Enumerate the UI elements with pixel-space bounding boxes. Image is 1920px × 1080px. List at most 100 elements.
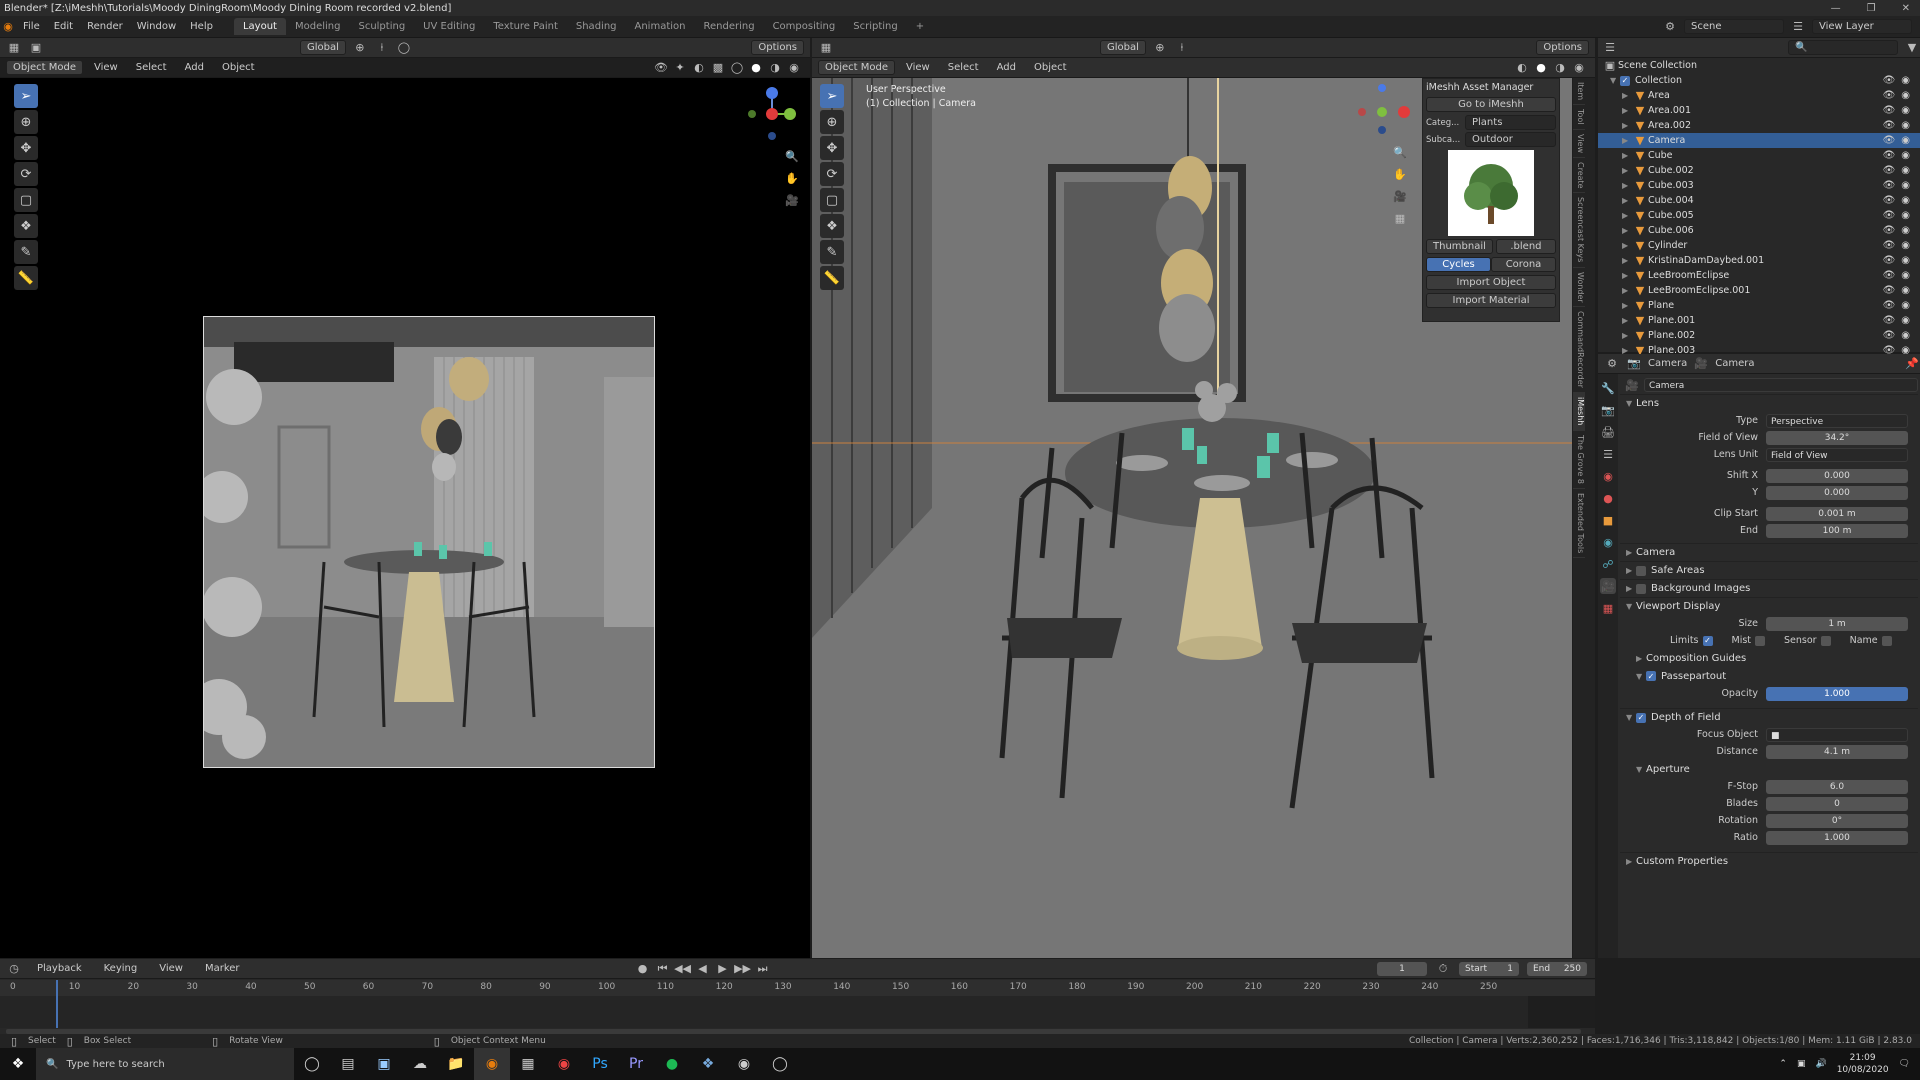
- tab-scripting[interactable]: Scripting: [844, 18, 906, 35]
- task-view-icon[interactable]: ▤: [330, 1048, 366, 1080]
- editor-type-icon[interactable]: ▦: [6, 40, 22, 56]
- constraints-tab-icon[interactable]: ☍: [1600, 556, 1616, 572]
- aperture-subpanel-header[interactable]: ▼ Aperture: [1620, 760, 1918, 778]
- clip-end-input[interactable]: 100 m: [1766, 523, 1908, 538]
- overlay-icon[interactable]: ◐: [691, 60, 707, 76]
- tab-extended-tools[interactable]: Extended Tools: [1573, 489, 1585, 558]
- outliner-item[interactable]: ▶ ▼ LeeBroomEclipse 👁 ◉: [1598, 268, 1920, 283]
- menu-view[interactable]: View: [87, 62, 125, 73]
- outliner-search[interactable]: 🔍: [1788, 40, 1898, 55]
- stopwatch-icon[interactable]: ⏱: [1435, 961, 1451, 977]
- camera-render-icon[interactable]: ◉: [1901, 300, 1910, 311]
- rotate-tool-icon[interactable]: ⟳: [14, 162, 38, 186]
- expand-arrow-icon[interactable]: ▶: [1622, 166, 1632, 175]
- scene-collection-row[interactable]: ▣ Scene Collection: [1598, 58, 1920, 73]
- tab-shading[interactable]: Shading: [567, 18, 626, 35]
- camera-render-icon[interactable]: ◉: [1901, 225, 1910, 236]
- transform-tool-icon[interactable]: ❖: [820, 214, 844, 238]
- next-keyframe-icon[interactable]: ▶▶: [734, 961, 751, 977]
- tab-sculpting[interactable]: Sculpting: [349, 18, 414, 35]
- pan-hand-icon[interactable]: ✋: [784, 170, 800, 186]
- premiere-icon[interactable]: Pr: [618, 1048, 654, 1080]
- camera-render-icon[interactable]: ◉: [1901, 210, 1910, 221]
- name-checkbox[interactable]: [1881, 635, 1892, 646]
- ratio-input[interactable]: 1.000: [1766, 830, 1908, 845]
- category-dropdown[interactable]: Plants: [1465, 115, 1556, 130]
- shift-x-input[interactable]: 0.000: [1766, 468, 1908, 483]
- transform-tool-icon[interactable]: ❖: [14, 214, 38, 238]
- expand-arrow-icon[interactable]: ▶: [1622, 196, 1632, 205]
- menu-help[interactable]: Help: [183, 21, 220, 32]
- focus-distance-input[interactable]: 4.1 m: [1766, 744, 1908, 759]
- tab-tool[interactable]: Tool: [1573, 105, 1585, 130]
- outliner-item[interactable]: ▶ ▼ Cube.003 👁 ◉: [1598, 178, 1920, 193]
- eye-icon[interactable]: 👁: [1883, 180, 1896, 191]
- camera-render-icon[interactable]: ◉: [1901, 150, 1910, 161]
- tab-layout[interactable]: Layout: [233, 18, 286, 35]
- camera-name-field[interactable]: Camera: [1644, 378, 1918, 392]
- menu-select-right[interactable]: Select: [941, 62, 986, 73]
- outliner-item[interactable]: ▶ ▼ Area 👁 ◉: [1598, 88, 1920, 103]
- safe-areas-panel-header[interactable]: ▶ Safe Areas: [1620, 561, 1918, 579]
- camera-render-icon[interactable]: ◉: [1901, 90, 1910, 101]
- visibility-icon[interactable]: 👁: [653, 60, 669, 76]
- menu-render[interactable]: Render: [80, 21, 130, 32]
- eye-icon[interactable]: 👁: [1883, 225, 1896, 236]
- zoom-icon[interactable]: 🔍: [1392, 144, 1408, 160]
- import-material-button[interactable]: Import Material: [1426, 293, 1556, 308]
- scale-tool-icon[interactable]: ▢: [820, 188, 844, 212]
- menu-marker[interactable]: Marker: [198, 963, 247, 974]
- outliner-item[interactable]: ▶ ▼ Cube.002 👁 ◉: [1598, 163, 1920, 178]
- expand-arrow-icon[interactable]: ▶: [1622, 91, 1632, 100]
- sensor-checkbox[interactable]: [1820, 635, 1831, 646]
- menu-object[interactable]: Object: [215, 62, 262, 73]
- taskbar-search-box[interactable]: 🔍 Type here to search: [36, 1048, 294, 1080]
- limits-checkbox[interactable]: ✓: [1702, 635, 1713, 646]
- orientation-dropdown-right[interactable]: Global: [1100, 40, 1146, 55]
- xray-icon[interactable]: ▩: [710, 60, 726, 76]
- select-tool-icon[interactable]: ➢: [820, 84, 844, 108]
- menu-select[interactable]: Select: [129, 62, 174, 73]
- lens-unit-dropdown[interactable]: Field of View: [1766, 447, 1908, 462]
- move-tool-icon[interactable]: ✥: [820, 136, 844, 160]
- eye-icon[interactable]: 👁: [1883, 150, 1896, 161]
- outliner-item[interactable]: ▶ ▼ KristinaDamDaybed.001 👁 ◉: [1598, 253, 1920, 268]
- frame-ruler[interactable]: 0 10 20 30 40 50 60 70 80 90 100 110 120 130 140 150 160…: [0, 980, 1595, 996]
- expand-arrow-icon[interactable]: ▶: [1622, 301, 1632, 310]
- tool-tab-icon[interactable]: 🔧: [1600, 380, 1616, 396]
- camera-panel-header[interactable]: ▶ Camera: [1620, 543, 1918, 561]
- menu-window[interactable]: Window: [130, 21, 183, 32]
- annotate-tool-icon[interactable]: ✎: [820, 240, 844, 264]
- expand-arrow-icon[interactable]: ▶: [1622, 256, 1632, 265]
- world-tab-icon[interactable]: ●: [1600, 490, 1616, 506]
- camera-view-icon[interactable]: 🎥: [784, 192, 800, 208]
- pivot-icon[interactable]: ⊕: [352, 40, 368, 56]
- camera-render-icon[interactable]: ◉: [1901, 240, 1910, 251]
- field-of-view-input[interactable]: 34.2°: [1766, 430, 1908, 445]
- menu-object-right[interactable]: Object: [1027, 62, 1074, 73]
- camera-render-icon[interactable]: ◉: [1901, 330, 1910, 341]
- tab-rendering[interactable]: Rendering: [694, 18, 763, 35]
- camera-render-icon[interactable]: ◉: [1901, 285, 1910, 296]
- safe-areas-checkbox[interactable]: [1636, 565, 1646, 576]
- outliner-item[interactable]: ▶ ▼ LeeBroomEclipse.001 👁 ◉: [1598, 283, 1920, 298]
- camera-render-icon[interactable]: ◉: [1901, 105, 1910, 116]
- solid-shading-icon[interactable]: ●: [748, 60, 764, 76]
- camera-data-tab-icon[interactable]: 🎥: [1600, 578, 1616, 594]
- filter-icon[interactable]: ▼: [1904, 40, 1920, 56]
- end-frame-input[interactable]: End 250: [1527, 961, 1587, 976]
- menu-view-timeline[interactable]: View: [152, 963, 190, 974]
- mist-checkbox[interactable]: [1755, 635, 1766, 646]
- depth-of-field-panel-header[interactable]: ▼ ✓ Depth of Field: [1620, 708, 1918, 726]
- gizmo-icon[interactable]: ✦: [672, 60, 688, 76]
- camera-render-icon[interactable]: ◉: [1901, 165, 1910, 176]
- scale-tool-icon[interactable]: ▢: [14, 188, 38, 212]
- cursor-tool-icon[interactable]: ⊕: [14, 110, 38, 134]
- clock[interactable]: 21:09 10/08/2020: [1837, 1052, 1889, 1076]
- material-shading-icon[interactable]: ◑: [767, 60, 783, 76]
- pan-hand-icon[interactable]: ✋: [1392, 166, 1408, 182]
- viewport-display-panel-header[interactable]: ▼ Viewport Display: [1620, 597, 1918, 615]
- composition-guides-header[interactable]: ▶ Composition Guides: [1620, 649, 1918, 667]
- windows-start-icon[interactable]: ❖: [0, 1048, 36, 1080]
- tab-item[interactable]: Item: [1573, 78, 1585, 106]
